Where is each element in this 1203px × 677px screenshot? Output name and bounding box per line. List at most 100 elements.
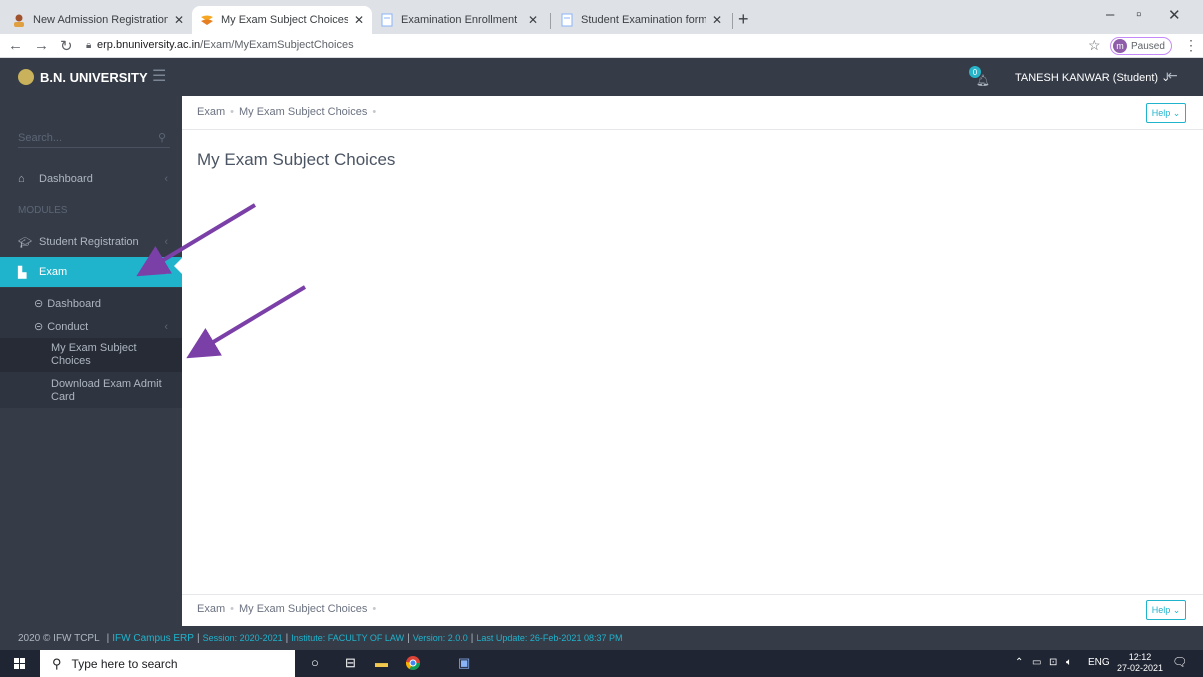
avatar: m — [1113, 39, 1127, 53]
action-center-icon[interactable]: 🗨︎ — [1172, 655, 1187, 669]
app-header: B.N. UNIVERSITY ☰ 0 🔔︎ TANESH KANWAR (St… — [0, 58, 1203, 96]
browser-tab[interactable]: Student Examination form withou ✕ — [552, 6, 730, 34]
url-field[interactable]: erp.bnuniversity.ac.in/Exam/MyExamSubjec… — [97, 39, 354, 51]
tab-title: Student Examination form withou — [581, 14, 706, 26]
sidebar-item-dashboard[interactable]: ⌂ Dashboard ‹ — [0, 164, 182, 194]
breadcrumb-item[interactable]: My Exam Subject Choices — [239, 106, 367, 118]
breadcrumb-item[interactable]: Exam — [197, 106, 225, 118]
tab-separator — [550, 13, 551, 29]
network-icon[interactable]: ⊡ — [1049, 657, 1057, 668]
browser-tab[interactable]: New Admission Registration Forı ✕ — [4, 6, 192, 34]
notepad-icon[interactable]: ▣ — [458, 655, 470, 671]
windows-start-icon[interactable] — [14, 658, 25, 669]
clock[interactable]: 12:12 27-02-2021 — [1117, 652, 1163, 674]
menu-kebab-icon[interactable]: ⋮ — [1184, 37, 1198, 54]
sidebar-item-label: Dashboard — [39, 173, 93, 185]
home-icon: ⌂ — [18, 173, 25, 185]
page-title: My Exam Subject Choices — [197, 150, 396, 169]
divider — [182, 129, 1203, 130]
breadcrumb-item[interactable]: My Exam Subject Choices — [239, 603, 367, 615]
lock-icon[interactable]: 🔒︎ — [86, 40, 91, 51]
ifw-favicon-icon — [200, 13, 214, 27]
breadcrumb-item[interactable]: Exam — [197, 603, 225, 615]
document-favicon-icon — [380, 13, 394, 27]
sidebar-item-student-registration[interactable]: 🎓︎ Student Registration ‹ — [0, 227, 182, 257]
university-logo-icon — [18, 69, 34, 85]
sidebar-item-exam-dashboard[interactable]: ⊝ Dashboard — [0, 292, 182, 315]
sidebar-item-label: Exam — [39, 266, 68, 278]
date: 27-02-2021 — [1117, 663, 1164, 673]
footer-breadcrumb-bar: Exam • My Exam Subject Choices • Help ⌄ — [182, 594, 1203, 626]
new-tab-button[interactable]: + — [738, 9, 749, 30]
document-favicon-icon — [560, 13, 574, 27]
active-item-notch — [174, 258, 182, 274]
tray-chevron-icon[interactable]: ⌃ — [1015, 657, 1023, 668]
circle-arrow-icon: ⊝ — [34, 298, 44, 310]
help-button[interactable]: Help ⌄ — [1146, 600, 1186, 620]
sidebar-item-my-exam-subject-choices[interactable]: My Exam Subject Choices — [0, 338, 182, 372]
taskbar-search-placeholder: Type here to search — [71, 656, 178, 671]
main-content: Exam • My Exam Subject Choices • Help ⌄ My … — [182, 96, 1203, 626]
sidebar-item-label: My Exam Subject Choices — [51, 342, 137, 367]
back-arrow-icon[interactable]: ← — [8, 37, 23, 54]
app-name-link[interactable]: IFW Campus ERP — [112, 633, 194, 644]
help-button[interactable]: Help ⌄ — [1146, 103, 1186, 123]
close-tab-icon[interactable]: ✕ — [712, 13, 722, 27]
close-window-icon[interactable]: ✕ — [1168, 6, 1181, 24]
sidebar-item-exam[interactable]: ▙ Exam ‹ — [0, 257, 182, 287]
sidebar-item-label: Student Registration — [39, 236, 139, 248]
sidebar-item-label: Conduct — [47, 320, 89, 333]
search-icon: ⚲ — [52, 655, 62, 671]
brand[interactable]: B.N. UNIVERSITY — [18, 69, 148, 85]
browser-tab[interactable]: Examination Enrollment ✕ — [372, 6, 546, 34]
close-tab-icon[interactable]: ✕ — [528, 13, 538, 27]
language-indicator[interactable]: ENG — [1088, 657, 1110, 668]
time: 12:12 — [1128, 652, 1152, 662]
windows-taskbar: ⚲ Type here to search ○ ⊟ ▬ ▣ ⌃ ▭ ⊡ 🔈︎ E… — [0, 650, 1203, 677]
forward-arrow-icon[interactable]: → — [34, 37, 49, 54]
file-explorer-icon[interactable]: ▬ — [375, 655, 388, 670]
browser-tab-active[interactable]: My Exam Subject Choices - IFW ( ✕ — [192, 6, 372, 34]
task-view-icon[interactable]: ⊟ — [345, 655, 356, 671]
profile-button[interactable]: m Paused — [1110, 37, 1172, 55]
exam-submenu: ⊝ Dashboard ⊝ Conduct ‹ My Exam Subject … — [0, 288, 182, 408]
minimize-icon[interactable]: – — [1106, 6, 1114, 23]
last-update-info: Last Update: 26-Feb-2021 08:37 PM — [476, 633, 623, 643]
person-favicon-icon — [12, 13, 26, 27]
hamburger-menu-icon[interactable]: ☰ — [152, 66, 166, 86]
help-label: Help — [1151, 605, 1171, 615]
tab-title: My Exam Subject Choices - IFW ( — [221, 14, 348, 26]
brand-name: B.N. UNIVERSITY — [40, 69, 148, 85]
bar-chart-icon: ▙ — [18, 266, 27, 279]
graduation-cap-icon: 🎓︎ — [18, 236, 32, 249]
battery-icon[interactable]: ▭ — [1032, 657, 1041, 668]
bell-icon: 🔔︎ — [976, 75, 990, 87]
version-info: Version: 2.0.0 — [412, 633, 468, 643]
logout-icon[interactable]: ⇤ — [1166, 67, 1178, 84]
sidebar: ⚲ ⌂ Dashboard ‹ MODULES 🎓︎ Student Regis… — [0, 96, 182, 626]
sidebar-item-conduct[interactable]: ⊝ Conduct ‹ — [0, 315, 182, 338]
bookmark-star-icon[interactable]: ☆ — [1088, 37, 1101, 54]
profile-status: Paused — [1131, 40, 1165, 52]
restore-icon[interactable]: ▫ — [1136, 6, 1141, 23]
volume-icon[interactable]: 🔈︎ — [1066, 657, 1072, 668]
search-icon[interactable]: ⚲ — [158, 131, 166, 144]
taskbar-search[interactable]: ⚲ Type here to search — [40, 650, 295, 677]
user-menu[interactable]: TANESH KANWAR (Student) ⌄ — [1015, 71, 1170, 84]
close-tab-icon[interactable]: ✕ — [354, 13, 364, 27]
user-name: TANESH KANWAR (Student) — [1015, 72, 1159, 84]
breadcrumb: Exam • My Exam Subject Choices • — [197, 106, 377, 118]
cortana-icon[interactable]: ○ — [311, 655, 319, 670]
sidebar-item-download-admit-card[interactable]: Download Exam Admit Card — [0, 372, 182, 408]
institute-info: Institute: FACULTY OF LAW — [291, 633, 405, 643]
search-input[interactable] — [18, 131, 148, 144]
chevron-left-icon: ‹ — [164, 236, 168, 248]
chevron-left-icon: ‹ — [164, 173, 168, 185]
chrome-icon[interactable] — [405, 655, 421, 674]
close-tab-icon[interactable]: ✕ — [174, 13, 184, 27]
reload-icon[interactable]: ↻ — [60, 37, 73, 55]
address-bar: ← → ↻ 🔒︎ erp.bnuniversity.ac.in/Exam/MyE… — [0, 34, 1203, 58]
chevron-left-icon: ‹ — [164, 320, 168, 333]
tab-separator — [732, 13, 733, 29]
notification-bell[interactable]: 0 🔔︎ — [969, 66, 990, 88]
